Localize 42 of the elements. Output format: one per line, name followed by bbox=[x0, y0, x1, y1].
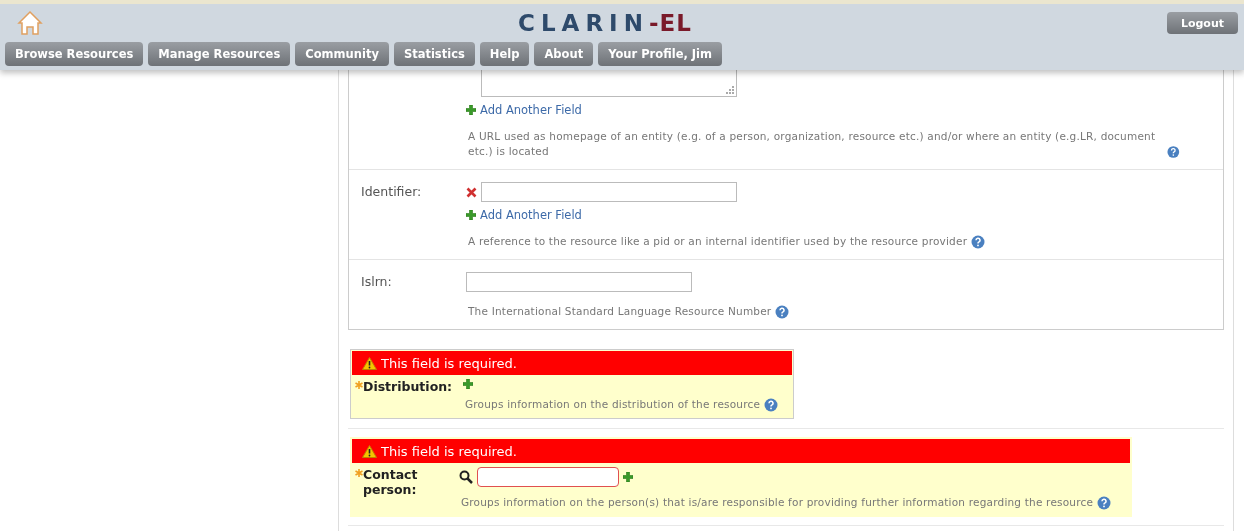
add-field-link[interactable]: Add Another Field bbox=[480, 103, 582, 117]
nav-tab[interactable]: Browse Resources bbox=[5, 42, 144, 66]
warning-icon bbox=[362, 444, 377, 458]
field-label: Islrn: bbox=[361, 274, 392, 289]
required-icon bbox=[355, 381, 363, 389]
remove-icon[interactable] bbox=[466, 186, 477, 198]
required-icon bbox=[355, 469, 363, 477]
text-input[interactable] bbox=[466, 272, 692, 292]
error-message: This field is required. bbox=[381, 355, 517, 371]
logo[interactable]: CLARIN-EL bbox=[518, 10, 692, 36]
identifier-input[interactable] bbox=[481, 182, 737, 202]
nav-tab[interactable]: Statistics bbox=[393, 42, 475, 66]
add-icon[interactable] bbox=[463, 379, 473, 389]
help-icon[interactable] bbox=[1097, 496, 1112, 510]
help-icon[interactable] bbox=[1167, 145, 1180, 159]
add-icon[interactable] bbox=[466, 210, 476, 220]
nav-tab[interactable]: Help bbox=[479, 42, 530, 66]
resize-handle-icon[interactable] bbox=[726, 86, 734, 94]
contact-person-input[interactable] bbox=[477, 467, 619, 487]
help-text: The International Standard Language Resource Number bbox=[468, 304, 772, 319]
search-icon[interactable] bbox=[459, 470, 473, 484]
field-label: Distribution: bbox=[363, 379, 453, 394]
help-text: A URL used as homepage of an entity (e.g. of a person, organization, resource etc.) and/or where an entity (e.g.LR, document etc.) is located bbox=[468, 129, 1157, 159]
warning-icon bbox=[362, 356, 377, 370]
nav-tab[interactable]: Community bbox=[295, 42, 389, 66]
nav-tab[interactable]: Your Profile, Jim bbox=[598, 42, 723, 66]
help-text: Groups information on the person(s) that is/are responsible for providing further information regarding the resource bbox=[461, 495, 1094, 510]
add-field-link[interactable]: Add Another Field bbox=[480, 208, 582, 222]
nav-tab[interactable]: About bbox=[534, 42, 594, 66]
help-icon[interactable] bbox=[764, 398, 779, 412]
help-icon[interactable] bbox=[971, 235, 986, 249]
add-icon[interactable] bbox=[623, 472, 633, 482]
help-text: Groups information on the distribution of the resource bbox=[465, 397, 761, 412]
error-message: This field is required. bbox=[381, 443, 517, 459]
help-text: A reference to the resource like a pid or an internal identifier used by the resource provider bbox=[468, 234, 968, 249]
help-icon[interactable] bbox=[775, 305, 790, 319]
nav-tab[interactable]: Manage Resources bbox=[148, 42, 291, 66]
add-icon[interactable] bbox=[466, 105, 476, 115]
home-icon[interactable] bbox=[17, 10, 43, 36]
logout-button[interactable]: Logout bbox=[1166, 12, 1238, 34]
field-label: Identifier: bbox=[361, 184, 422, 199]
field-label: Contact person: bbox=[363, 467, 418, 497]
